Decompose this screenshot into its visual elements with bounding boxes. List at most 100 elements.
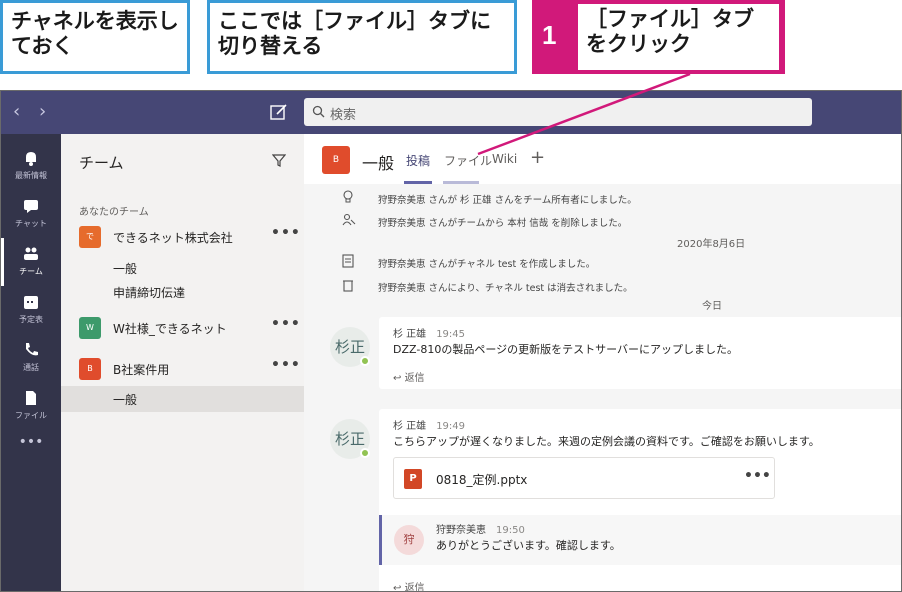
tab-files-hover (443, 181, 479, 184)
message-author: 杉 正雄 19:49 (393, 421, 466, 432)
teams-window: ‹ › 検索 最新情報 チャット チーム 予定表 通話 ファイル ••• チーム… (0, 90, 902, 592)
message-card: 杉 正雄 19:49 こちらアップが遅くなりました。来週の定例会議の資料です。ご確… (379, 409, 901, 591)
message-text: ありがとうございます。確認します。 (436, 539, 621, 552)
back-button[interactable]: ‹ (13, 101, 20, 122)
teams-icon (24, 247, 38, 260)
team-more-button[interactable]: ••• (271, 357, 301, 373)
channel-item-deadline[interactable]: 申請締切伝達 (113, 284, 185, 301)
rail-more-button[interactable]: ••• (1, 434, 61, 482)
rail-label: 通話 (23, 363, 39, 372)
message-author: 杉 正雄 19:45 (393, 329, 466, 340)
channel-avatar: B (322, 146, 350, 174)
attachment-more-button[interactable]: ••• (744, 468, 771, 484)
rail-label: 最新情報 (15, 171, 47, 180)
search-input[interactable]: 検索 (304, 98, 812, 126)
rail-files[interactable]: ファイル (1, 382, 61, 430)
step-instruction: ［ファイル］タブをクリック (578, 4, 779, 70)
forward-button[interactable]: › (39, 101, 46, 122)
reply-button[interactable]: ↩ 返信 (393, 369, 425, 384)
team-avatar: B (79, 358, 101, 380)
rail-calls[interactable]: 通話 (1, 334, 61, 382)
rail-teams[interactable]: チーム (1, 238, 61, 286)
team-avatar: で (79, 226, 101, 248)
team-item-b[interactable]: B B社案件用 ••• (61, 355, 304, 383)
team-name: B社案件用 (113, 363, 170, 377)
team-item-w[interactable]: W W社様_できるネット ••• (61, 314, 304, 342)
activity-row: 狩野奈美恵 さんがチームから 本村 信哉 を削除しました。 (304, 210, 901, 232)
teams-panel: チーム あなたのチーム で できるネット株式会社 ••• 一般 申請締切伝達 W… (61, 134, 304, 591)
message-text: こちらアップが遅くなりました。来週の定例会議の資料です。ご確認をお願いします。 (393, 435, 820, 448)
trash-icon (343, 280, 353, 292)
filter-icon[interactable] (272, 153, 286, 167)
channel-item-b-general[interactable]: 一般 (113, 391, 137, 408)
thread-reply: 狩 狩野奈美恵 19:50 ありがとうございます。確認します。 (379, 515, 901, 565)
activity-row: 狩野奈美恵 さんにより、チャネル test は消去されました。 (304, 275, 901, 297)
channel-selected-bg (61, 386, 304, 412)
date-divider-today: 今日 (702, 301, 722, 312)
panel-title: チーム (79, 154, 124, 172)
tab-posts-underline (404, 181, 432, 184)
message-time: 19:49 (436, 421, 466, 432)
activity-row: 狩野奈美恵 さんがチャネル test を作成しました。 (304, 251, 901, 273)
rail-label: チャット (15, 219, 47, 228)
chat-icon (24, 200, 38, 213)
channel-create-icon (342, 254, 354, 268)
add-tab-button[interactable]: + (530, 147, 545, 168)
step-callout: 1 ［ファイル］タブをクリック (532, 0, 785, 74)
activity-text: 狩野奈美恵 さんが 杉 正雄 さんをチーム所有者にしました。 (378, 195, 637, 206)
message-time: 19:50 (496, 525, 525, 536)
team-more-button[interactable]: ••• (271, 225, 301, 241)
app-rail: 最新情報 チャット チーム 予定表 通話 ファイル ••• (1, 134, 61, 591)
calendar-icon (24, 296, 38, 309)
attachment-name: 0818_定例.pptx (436, 473, 528, 487)
rail-chat[interactable]: チャット (1, 190, 61, 238)
team-name: できるネット株式会社 (113, 231, 233, 245)
powerpoint-icon: P (404, 469, 422, 489)
section-label: あなたのチーム (79, 207, 149, 218)
rail-activity[interactable]: 最新情報 (1, 142, 61, 190)
activity-row: 狩野奈美恵 さんが 杉 正雄 さんをチーム所有者にしました。 (304, 187, 901, 209)
bell-icon (26, 152, 36, 166)
callout-switch-tab: ここでは［ファイル］タブに切り替える (207, 0, 517, 74)
bulb-icon (343, 190, 353, 203)
message-time: 19:45 (436, 329, 466, 340)
file-attachment[interactable]: P 0818_定例.pptx ••• (393, 457, 775, 499)
avatar[interactable]: 狩 (394, 525, 424, 555)
rail-label: 予定表 (19, 315, 43, 324)
activity-text: 狩野奈美恵 さんがチームから 本村 信哉 を削除しました。 (378, 218, 628, 229)
channel-name: 一般 (362, 154, 395, 173)
file-icon (26, 391, 36, 405)
team-avatar: W (79, 317, 101, 339)
channel-main: B 一般 投稿 ファイル Wiki + 狩野奈美恵 さんが 杉 正雄 さんをチー… (304, 134, 901, 591)
message-author: 狩野奈美恵 19:50 (436, 525, 525, 536)
step-number: 1 (542, 20, 557, 50)
rail-label: チーム (19, 267, 43, 276)
presence-badge (360, 356, 370, 366)
presence-badge (360, 448, 370, 458)
search-icon (312, 105, 325, 118)
rail-label: ファイル (15, 411, 47, 420)
tab-posts[interactable]: 投稿 (406, 152, 430, 169)
activity-text: 狩野奈美恵 さんにより、チャネル test は消去されました。 (378, 283, 633, 294)
tab-files[interactable]: ファイル (444, 152, 492, 169)
reply-button[interactable]: ↩ 返信 (393, 579, 425, 591)
callout-text: チャネルを表示しておく (11, 9, 179, 58)
rail-calendar[interactable]: 予定表 (1, 286, 61, 334)
date-divider: 2020年8月6日 (677, 239, 746, 250)
people-remove-icon (342, 213, 356, 226)
channel-header: B 一般 投稿 ファイル Wiki + (304, 134, 901, 184)
tab-wiki[interactable]: Wiki (492, 152, 517, 166)
team-more-button[interactable]: ••• (271, 316, 301, 332)
message-card: 杉 正雄 19:45 DZZ-810の製品ページの更新版をテストサーバーにアップし… (379, 317, 901, 389)
search-placeholder: 検索 (330, 108, 357, 123)
callout-text: ここでは［ファイル］タブに切り替える (218, 9, 491, 58)
message-text: DZZ-810の製品ページの更新版をテストサーバーにアップしました。 (393, 343, 738, 356)
channel-item-general[interactable]: 一般 (113, 260, 137, 277)
callout-show-channel: チャネルを表示しておく (0, 0, 190, 74)
title-bar: ‹ › 検索 (1, 91, 901, 134)
team-name: W社様_できるネット (113, 322, 227, 336)
compose-icon[interactable] (269, 102, 289, 122)
activity-text: 狩野奈美恵 さんがチャネル test を作成しました。 (378, 259, 596, 270)
phone-icon (26, 343, 38, 356)
team-item-dekiru[interactable]: で できるネット株式会社 ••• (61, 223, 304, 251)
